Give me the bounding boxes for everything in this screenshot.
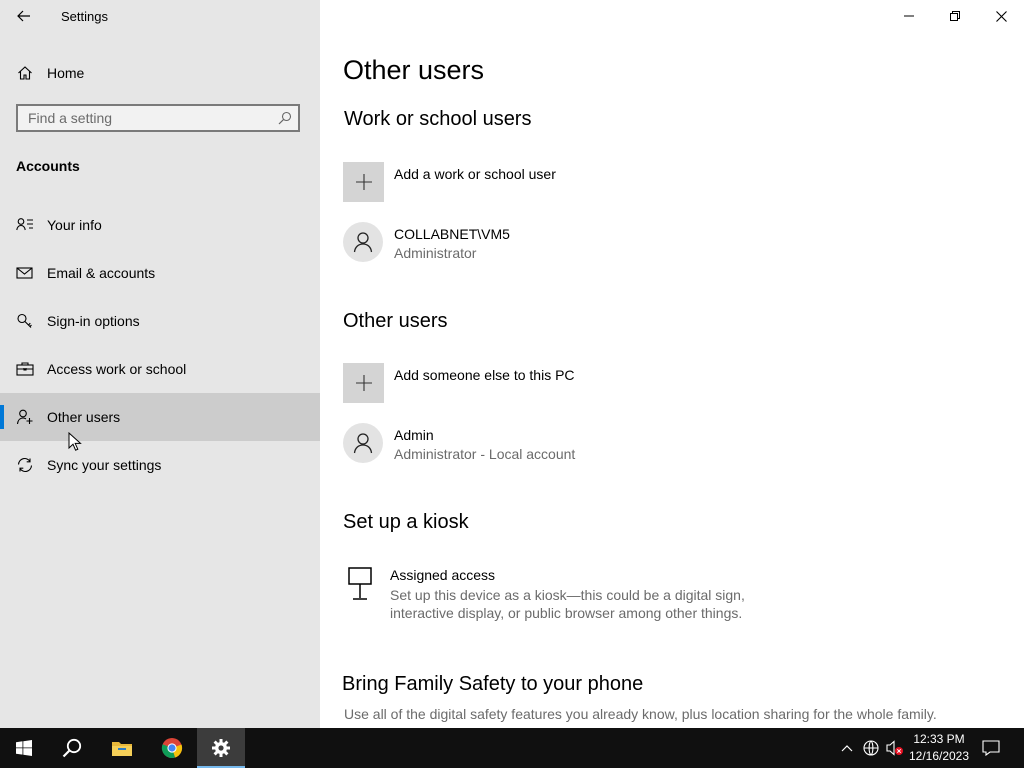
family-safety-heading: Bring Family Safety to your phone	[342, 673, 644, 695]
plus-icon	[355, 375, 372, 391]
assigned-access-description: Set up this device as a kiosk—this could…	[390, 587, 745, 621]
app-title: Settings	[61, 9, 108, 24]
settings-gear-icon	[212, 739, 230, 757]
page-title: Other users	[343, 55, 485, 85]
person-add-icon	[16, 409, 33, 425]
section-title-accounts: Accounts	[16, 158, 80, 174]
mail-icon	[16, 267, 33, 279]
windows-start-icon	[16, 740, 32, 756]
main-content: Other users Work or school users Add a w…	[320, 0, 1024, 728]
user-role: Administrator - Local account	[394, 446, 576, 462]
network-icon	[863, 740, 879, 756]
taskbar: 12:33 PM 12/16/2023	[0, 728, 1024, 768]
person-info-icon	[16, 218, 33, 231]
clock-time: 12:33 PM	[913, 732, 965, 746]
user-row-collabnet-vm5[interactable]: COLLABNET\VM5 Administrator	[343, 222, 903, 266]
restore-button[interactable]	[932, 0, 978, 32]
sidebar-item-your-info[interactable]: Your info	[0, 201, 320, 249]
person-icon	[353, 232, 373, 253]
sidebar: Settings Home Accounts Your info Email &…	[0, 0, 320, 728]
person-icon	[353, 433, 373, 454]
user-row-admin[interactable]: Admin Administrator - Local account	[343, 423, 903, 467]
plus-icon	[355, 174, 372, 190]
file-explorer-icon	[112, 742, 132, 756]
search-icon[interactable]	[278, 111, 292, 125]
sidebar-item-sync-settings[interactable]: Sync your settings	[0, 441, 320, 489]
add-work-school-user-button[interactable]: Add a work or school user	[343, 162, 903, 206]
kiosk-icon	[348, 567, 372, 600]
search-input[interactable]	[18, 106, 278, 130]
back-arrow-icon	[17, 10, 30, 22]
briefcase-icon	[16, 362, 34, 376]
minimize-icon	[904, 15, 914, 17]
user-role: Administrator	[394, 245, 477, 261]
sidebar-item-label: Email & accounts	[47, 265, 156, 281]
other-users-heading: Other users	[343, 310, 448, 332]
assigned-access-title: Assigned access	[390, 567, 496, 583]
taskbar-search-button[interactable]	[48, 728, 96, 768]
back-button[interactable]	[10, 4, 38, 28]
sidebar-item-label: Other users	[47, 409, 121, 425]
sidebar-item-sign-in-options[interactable]: Sign-in options	[0, 297, 320, 345]
home-icon	[18, 66, 32, 80]
sidebar-item-other-users[interactable]: Other users	[0, 393, 320, 441]
assigned-access-button[interactable]: Assigned access Set up this device as a …	[343, 564, 943, 628]
kiosk-heading: Set up a kiosk	[343, 511, 469, 533]
add-work-school-user-label: Add a work or school user	[394, 166, 556, 182]
restore-icon	[950, 11, 960, 21]
network-button[interactable]	[862, 739, 880, 757]
file-explorer-button[interactable]	[98, 728, 146, 768]
search-icon	[62, 738, 82, 758]
minimize-button[interactable]	[886, 0, 932, 32]
chrome-button[interactable]	[148, 728, 196, 768]
settings-taskbar-button[interactable]	[197, 728, 245, 768]
action-center-button[interactable]	[982, 739, 1000, 757]
sidebar-item-email-accounts[interactable]: Email & accounts	[0, 249, 320, 297]
show-hidden-icons-button[interactable]	[838, 739, 856, 757]
key-icon	[17, 313, 32, 328]
add-tile	[343, 363, 384, 403]
avatar	[343, 222, 383, 262]
notification-icon	[982, 740, 1000, 756]
sidebar-item-access-work-school[interactable]: Access work or school	[0, 345, 320, 393]
taskbar-clock[interactable]: 12:33 PM 12/16/2023	[904, 731, 974, 765]
user-name: Admin	[394, 427, 434, 443]
sidebar-item-label: Sync your settings	[47, 457, 162, 473]
sidebar-item-label: Sign-in options	[47, 313, 140, 329]
add-someone-else-label: Add someone else to this PC	[394, 367, 575, 383]
add-someone-else-button[interactable]: Add someone else to this PC	[343, 363, 903, 407]
sync-icon	[17, 457, 33, 473]
sidebar-item-label: Your info	[47, 217, 102, 233]
add-tile	[343, 162, 384, 202]
selection-indicator	[0, 405, 4, 429]
work-school-heading: Work or school users	[344, 108, 532, 130]
mouse-cursor-icon	[68, 432, 82, 451]
user-name: COLLABNET\VM5	[394, 226, 510, 242]
close-icon	[995, 10, 1007, 22]
close-button[interactable]	[978, 0, 1024, 32]
chevron-up-icon	[841, 745, 853, 752]
family-safety-description: Use all of the digital safety features y…	[344, 706, 937, 722]
sidebar-item-label: Access work or school	[47, 361, 187, 377]
chrome-icon	[161, 738, 183, 759]
start-button[interactable]	[0, 728, 48, 768]
avatar	[343, 423, 383, 463]
search-box[interactable]	[16, 104, 300, 132]
home-label: Home	[47, 65, 85, 81]
clock-date: 12/16/2023	[908, 749, 970, 763]
volume-button[interactable]	[886, 739, 904, 757]
home-nav-item[interactable]: Home	[0, 57, 320, 89]
volume-muted-icon	[886, 740, 903, 756]
